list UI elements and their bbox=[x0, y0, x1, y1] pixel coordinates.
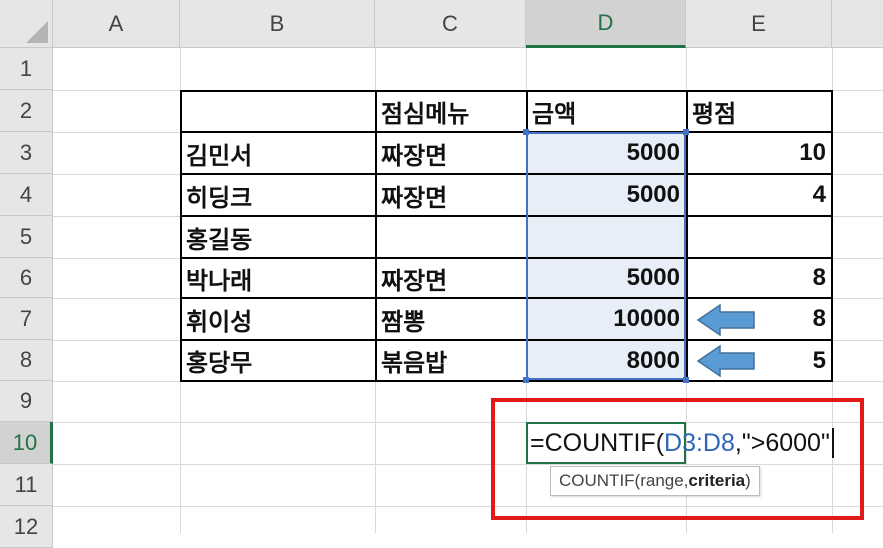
header-rating[interactable]: 평점 bbox=[686, 90, 832, 132]
left-arrow-icon bbox=[696, 344, 755, 378]
column-header-blank bbox=[832, 0, 883, 48]
cell-amount[interactable]: 10000 bbox=[526, 298, 686, 340]
row-header-1[interactable]: 1 bbox=[0, 48, 53, 90]
left-arrow-icon bbox=[696, 303, 755, 337]
cell-name[interactable]: 홍길동 bbox=[180, 216, 375, 258]
cell-amount[interactable]: 5000 bbox=[526, 174, 686, 216]
row-header-5[interactable]: 5 bbox=[0, 216, 53, 258]
cell-menu[interactable]: 짜장면 bbox=[375, 132, 526, 174]
cell-amount[interactable]: 5000 bbox=[526, 258, 686, 298]
cell-amount[interactable]: 8000 bbox=[526, 340, 686, 381]
cell-rating[interactable] bbox=[686, 216, 832, 258]
column-header-c[interactable]: C bbox=[375, 0, 526, 48]
row-header-3[interactable]: 3 bbox=[0, 132, 53, 174]
row-header-2[interactable]: 2 bbox=[0, 90, 53, 132]
column-header-a[interactable]: A bbox=[53, 0, 180, 48]
select-all-button[interactable] bbox=[0, 0, 53, 48]
cell-amount[interactable]: 5000 bbox=[526, 132, 686, 174]
cell-name[interactable]: 홍당무 bbox=[180, 340, 375, 381]
row-header-11[interactable]: 11 bbox=[0, 464, 53, 506]
cell-name[interactable]: 박나래 bbox=[180, 258, 375, 298]
cell-name[interactable]: 김민서 bbox=[180, 132, 375, 174]
cell-menu[interactable] bbox=[375, 216, 526, 258]
cell-amount[interactable] bbox=[526, 216, 686, 258]
row-header-7[interactable]: 7 bbox=[0, 298, 53, 340]
column-header-b[interactable]: B bbox=[180, 0, 375, 48]
cell-rating[interactable]: 4 bbox=[686, 174, 832, 216]
row-header-12[interactable]: 12 bbox=[0, 506, 53, 548]
header-menu[interactable]: 점심메뉴 bbox=[375, 90, 526, 132]
row-header-10[interactable]: 10 bbox=[0, 422, 53, 464]
row-header-6[interactable]: 6 bbox=[0, 258, 53, 298]
cell-menu[interactable]: 짜장면 bbox=[375, 258, 526, 298]
cell-name[interactable]: 휘이성 bbox=[180, 298, 375, 340]
row-header-4[interactable]: 4 bbox=[0, 174, 53, 216]
select-all-triangle-icon bbox=[26, 21, 48, 43]
cell-name[interactable]: 히딩크 bbox=[180, 174, 375, 216]
spreadsheet: A B C D E 1 2 3 4 5 6 7 8 9 10 11 12 점심메… bbox=[0, 0, 883, 548]
cell-rating[interactable]: 10 bbox=[686, 132, 832, 174]
column-header-d[interactable]: D bbox=[526, 0, 686, 48]
cell-menu[interactable]: 짜장면 bbox=[375, 174, 526, 216]
header-amount[interactable]: 금액 bbox=[526, 90, 686, 132]
cell-menu[interactable]: 짬뽕 bbox=[375, 298, 526, 340]
row-header-9[interactable]: 9 bbox=[0, 381, 53, 422]
callout-box bbox=[491, 398, 864, 520]
column-header-e[interactable]: E bbox=[686, 0, 832, 48]
cell-menu[interactable]: 볶음밥 bbox=[375, 340, 526, 381]
row-header-8[interactable]: 8 bbox=[0, 340, 53, 381]
cell-rating[interactable]: 8 bbox=[686, 258, 832, 298]
